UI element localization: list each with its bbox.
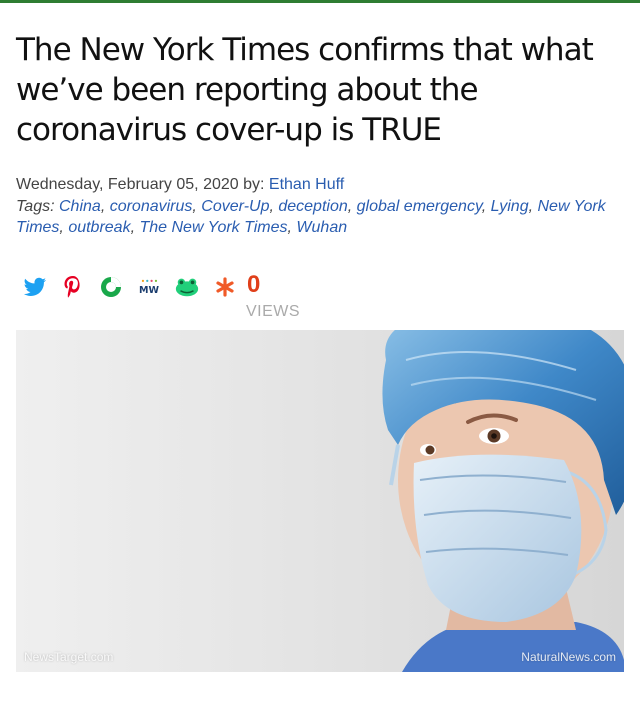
tag-link[interactable]: The New York Times xyxy=(139,219,287,236)
share-bar: MW xyxy=(22,272,250,302)
nurse-photo xyxy=(382,330,624,672)
top-bar xyxy=(0,0,640,3)
article-byline: Wednesday, February 05, 2020 by: Ethan H… xyxy=(16,174,628,195)
author-link[interactable]: Ethan Huff xyxy=(269,176,344,193)
article-tags: Tags: China, coronavirus, Cover-Up, dece… xyxy=(16,198,606,236)
gab-icon[interactable] xyxy=(174,274,200,300)
svg-text:MW: MW xyxy=(139,285,159,296)
by-label: by: xyxy=(243,176,265,193)
article-headline: The New York Times confirms that what we… xyxy=(16,32,594,148)
article-image: NewsTarget.com NaturalNews.com xyxy=(16,330,624,672)
watermark-left: NewsTarget.com xyxy=(24,650,114,664)
pinterest-icon[interactable] xyxy=(60,274,86,300)
favorite-icon[interactable] xyxy=(212,274,238,300)
watermark-right: NaturalNews.com xyxy=(521,650,616,664)
brighteon-icon[interactable] xyxy=(98,274,124,300)
mewe-icon[interactable]: MW xyxy=(136,274,162,300)
tag-link[interactable]: deception xyxy=(278,198,347,215)
views-label: VIEWS xyxy=(246,303,301,320)
twitter-icon[interactable] xyxy=(22,274,48,300)
tag-link[interactable]: coronavirus xyxy=(110,198,193,215)
tag-link[interactable]: global emergency xyxy=(357,198,482,215)
tags-label: Tags: xyxy=(16,198,55,215)
views-count: 0 xyxy=(247,271,261,298)
article-date: Wednesday, February 05, 2020 xyxy=(16,176,239,193)
tag-link[interactable]: Wuhan xyxy=(296,219,347,236)
tag-link[interactable]: outbreak xyxy=(68,219,130,236)
tag-link[interactable]: Cover-Up xyxy=(201,198,269,215)
tag-link[interactable]: China xyxy=(59,198,101,215)
tag-link[interactable]: Lying xyxy=(491,198,529,215)
